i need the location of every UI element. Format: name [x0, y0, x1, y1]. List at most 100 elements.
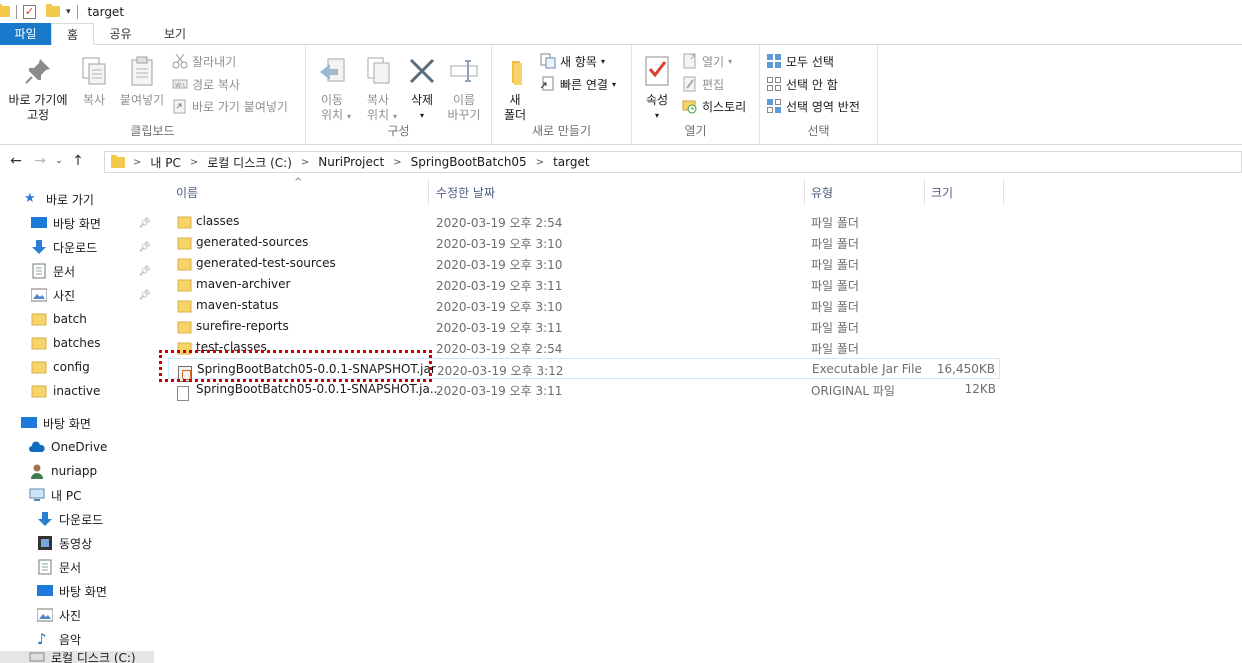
file-date: 2020-03-19 오후 3:11	[436, 279, 563, 293]
chevron-right-icon[interactable]: >	[536, 157, 544, 168]
column-divider[interactable]	[428, 178, 429, 206]
file-type: Executable Jar File	[812, 362, 922, 376]
edit-button[interactable]: 편집	[682, 74, 724, 94]
delete-button[interactable]: 삭제 ▾	[404, 55, 440, 123]
column-header-date[interactable]: 수정한 날짜	[436, 178, 806, 206]
file-name: maven-status	[196, 298, 279, 312]
nav-quick-access[interactable]: ★ 바로 가기	[0, 187, 157, 211]
folder-icon	[177, 320, 193, 337]
properties-icon[interactable]: ✓	[23, 4, 36, 19]
nav-desktop[interactable]: 바탕 화면	[0, 411, 157, 435]
new-folder-icon[interactable]	[46, 4, 60, 17]
nav-label: 사진	[53, 288, 76, 303]
file-row[interactable]: SpringBootBatch05-0.0.1-SNAPSHOT.ja... 20…	[168, 379, 1000, 401]
chevron-right-icon[interactable]: >	[301, 157, 309, 168]
cut-button[interactable]: 잘라내기	[172, 51, 236, 71]
select-none-button[interactable]: 선택 안 함	[766, 74, 838, 94]
easy-access-button[interactable]: 빠른 연결 ▾	[540, 74, 616, 94]
breadcrumb-springbootbatch05[interactable]: SpringBootBatch05	[411, 155, 527, 169]
paste-button[interactable]: 붙여넣기	[116, 55, 168, 108]
breadcrumb-nuriproject[interactable]: NuriProject	[318, 155, 384, 169]
chevron-right-icon[interactable]: >	[190, 157, 198, 168]
tab-share[interactable]: 공유	[94, 23, 147, 45]
paste-shortcut-button[interactable]: 바로 가기 붙여넣기	[172, 96, 288, 116]
history-button[interactable]: 히스토리	[682, 96, 746, 116]
nav-item-documents[interactable]: 문서 📌︎	[0, 259, 157, 283]
pin-icon[interactable]: 📌︎	[138, 218, 151, 229]
pin-icon[interactable]: 📌︎	[138, 242, 151, 253]
nav-item-config[interactable]: config	[0, 355, 157, 379]
chevron-right-icon[interactable]: >	[393, 157, 401, 168]
file-row[interactable]: surefire-reports 2020-03-19 오후 3:11 파일 폴더	[168, 316, 1000, 337]
copy-to-button[interactable]: 복사 위치 ▾	[356, 55, 400, 124]
recent-locations-chevron-icon[interactable]: ⌄	[52, 156, 66, 166]
column-header-size[interactable]: 크기	[931, 178, 1003, 206]
column-divider[interactable]	[1003, 178, 1004, 206]
folder-icon[interactable]	[0, 4, 10, 17]
column-header-type[interactable]: 유형	[811, 178, 921, 206]
pin-to-quick-access-button[interactable]: 바로 가기에 고정	[4, 55, 72, 123]
nav-user[interactable]: nuriapp	[0, 459, 157, 483]
breadcrumb-this-pc[interactable]: 내 PC	[150, 154, 180, 171]
nav-item-batch[interactable]: batch	[0, 307, 157, 331]
tab-view[interactable]: 보기	[147, 23, 203, 45]
pin-icon[interactable]: 📌︎	[138, 266, 151, 277]
file-row[interactable]: maven-status 2020-03-19 오후 3:10 파일 폴더	[168, 295, 1000, 316]
column-divider[interactable]	[804, 178, 805, 206]
file-row[interactable]: classes 2020-03-19 오후 2:54 파일 폴더	[168, 211, 1000, 232]
nav-pc-documents[interactable]: 문서	[0, 555, 157, 579]
nav-item-inactive[interactable]: inactive	[0, 379, 157, 403]
select-all-icon	[766, 53, 782, 69]
move-to-button[interactable]: 이동 위치 ▾	[310, 55, 354, 124]
back-arrow-icon[interactable]: ←	[4, 153, 28, 169]
open-button[interactable]: 열기 ▾	[682, 51, 732, 71]
nav-item-batches[interactable]: batches	[0, 331, 157, 355]
nav-item-downloads[interactable]: 다운로드 📌︎	[0, 235, 157, 259]
desktop-icon	[31, 215, 47, 231]
file-row[interactable]: generated-sources 2020-03-19 오후 3:10 파일 폴더	[168, 232, 1000, 253]
chevron-right-icon[interactable]: >	[133, 157, 141, 168]
nav-local-disk[interactable]: 로컬 디스크 (C:)	[0, 651, 154, 663]
forward-arrow-icon[interactable]: →	[28, 153, 52, 169]
tab-home[interactable]: 홈	[51, 23, 94, 46]
nav-pc-videos[interactable]: 동영상	[0, 531, 157, 555]
folder-icon	[31, 383, 47, 399]
new-folder-button[interactable]: 새 폴더	[500, 55, 530, 123]
rename-button[interactable]: 이름 바꾸기	[444, 55, 484, 123]
new-item-button[interactable]: 새 항목 ▾	[540, 51, 605, 71]
quick-access-toolbar: ✓ ▾ target	[0, 0, 124, 23]
customize-dropdown-icon[interactable]: ▾	[66, 7, 71, 17]
folder-icon	[31, 335, 47, 351]
properties-button[interactable]: 속성 ▾	[640, 55, 674, 123]
up-arrow-icon[interactable]: ↑	[66, 153, 90, 169]
pin-icon[interactable]: 📌︎	[138, 290, 151, 301]
nav-pc-pictures[interactable]: 사진	[0, 603, 157, 627]
document-icon	[31, 263, 47, 279]
nav-onedrive[interactable]: OneDrive	[0, 435, 157, 459]
file-row[interactable]: maven-archiver 2020-03-19 오후 3:11 파일 폴더	[168, 274, 1000, 295]
file-date: 2020-03-19 오후 3:10	[436, 300, 563, 314]
breadcrumb-local-disk[interactable]: 로컬 디스크 (C:)	[207, 154, 292, 171]
nav-this-pc[interactable]: 내 PC	[0, 483, 157, 507]
properties-label: 속성	[645, 93, 669, 107]
breadcrumb-target[interactable]: target	[553, 155, 590, 169]
nav-pc-desktop[interactable]: 바탕 화면	[0, 579, 157, 603]
nav-item-desktop[interactable]: 바탕 화면 📌︎	[0, 211, 157, 235]
file-type: 파일 폴더	[811, 342, 859, 356]
copy-button[interactable]: 복사	[76, 55, 112, 108]
title-bar: ✓ ▾ target	[0, 0, 1242, 23]
nav-pc-downloads[interactable]: 다운로드	[0, 507, 157, 531]
tab-file[interactable]: 파일	[0, 23, 51, 45]
file-row[interactable]: generated-test-sources 2020-03-19 오후 3:10…	[168, 253, 1000, 274]
nav-item-pictures[interactable]: 사진 📌︎	[0, 283, 157, 307]
nav-pc-music[interactable]: ♪ 음악	[0, 627, 157, 651]
nav-label: 바탕 화면	[59, 584, 107, 599]
invert-selection-icon	[766, 98, 782, 114]
paste-label: 붙여넣기	[119, 93, 165, 107]
column-divider[interactable]	[924, 178, 925, 206]
nav-label: batches	[53, 336, 101, 350]
address-bar[interactable]: > 내 PC > 로컬 디스크 (C:) > NuriProject > Spr…	[104, 151, 1242, 173]
invert-selection-button[interactable]: 선택 영역 반전	[766, 96, 860, 116]
select-all-button[interactable]: 모두 선택	[766, 51, 834, 71]
copy-path-button[interactable]: W:\ 경로 복사	[172, 74, 240, 94]
